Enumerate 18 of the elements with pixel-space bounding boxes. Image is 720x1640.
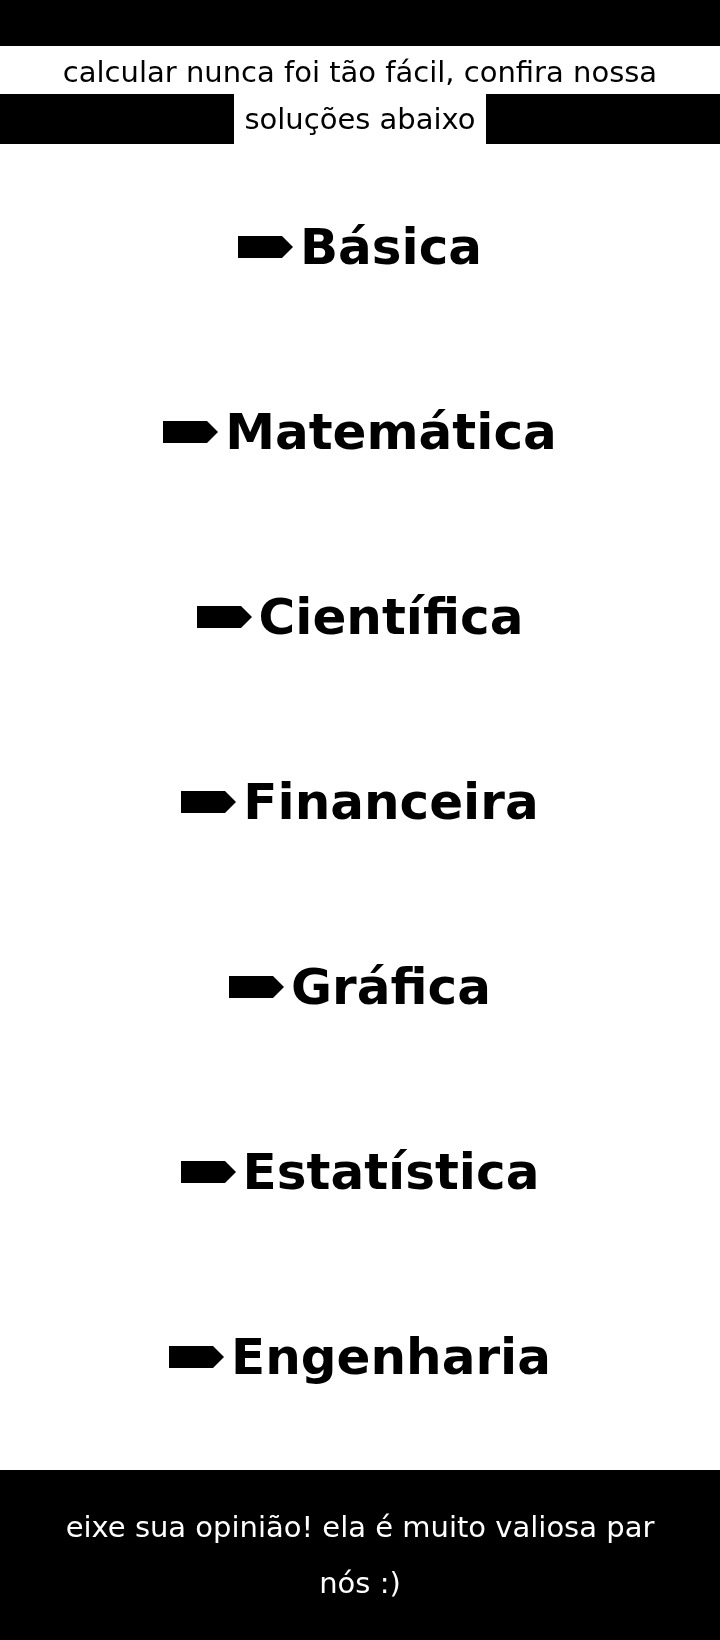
menu-item[interactable]: Básica: [237, 217, 483, 276]
tag-icon: [180, 1160, 237, 1185]
menu-item[interactable]: Engenharia: [169, 1328, 551, 1387]
menu-item[interactable]: Matemática: [163, 402, 557, 461]
tag-icon: [181, 790, 238, 814]
tag-icon: [237, 234, 294, 259]
tag-icon: [196, 604, 253, 629]
tag-icon: [229, 975, 286, 1000]
menu-item[interactable]: Gráfica: [229, 958, 491, 1017]
footer-text: eixe sua opinião! ela é muito valiosa par: [65, 1509, 655, 1546]
menu-item[interactable]: Estatística: [180, 1143, 540, 1202]
intro-text: calcular nunca foi tão fácil, confira nossa: [62, 54, 658, 90]
intro-text: soluções abaixo: [243, 101, 477, 138]
footer-text: nós :): [319, 1565, 401, 1602]
menu-item[interactable]: Financeira: [181, 773, 539, 831]
menu-item[interactable]: Científica: [196, 587, 524, 646]
tag-icon: [169, 1345, 226, 1370]
tag-icon: [163, 419, 220, 444]
